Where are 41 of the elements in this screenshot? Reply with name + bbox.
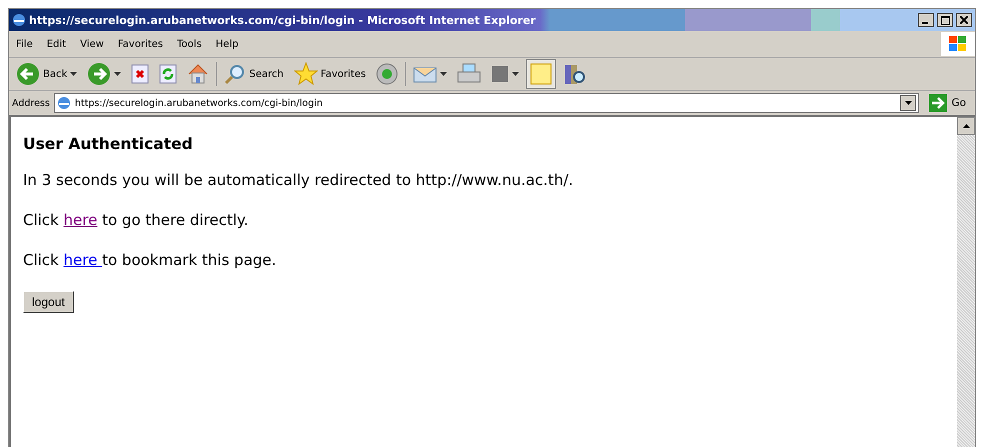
search-button[interactable]: Search	[221, 60, 287, 88]
scroll-up-button[interactable]	[957, 117, 975, 135]
link[interactable]: here	[64, 211, 98, 229]
paragraph: In 3 seconds you will be automatically redirected to http://www.nu.ac.th/.	[23, 171, 574, 189]
favorites-button[interactable]: Favorites	[290, 59, 369, 89]
windows-logo-icon	[941, 32, 975, 56]
address-label: Address	[12, 98, 50, 108]
page-heading: User Authenticated	[23, 135, 194, 153]
caret-icon	[114, 72, 122, 76]
maximize-icon	[940, 16, 950, 24]
minimize-button[interactable]	[918, 13, 934, 27]
menu-item[interactable]: Edit	[40, 38, 74, 50]
go-button[interactable]: Go	[923, 93, 972, 113]
caret-icon	[440, 72, 447, 76]
link[interactable]: here	[64, 251, 102, 269]
close-icon	[960, 16, 968, 24]
menu-item[interactable]: Tools	[170, 38, 209, 50]
caret-icon	[962, 124, 970, 128]
paragraph: Click here to bookmark this page.	[23, 251, 278, 269]
search-icon	[224, 63, 246, 85]
globe-icon	[56, 96, 71, 110]
caret-icon	[512, 72, 519, 76]
caret-icon	[70, 72, 78, 76]
address-field[interactable]: https://securelogin.arubanetworks.com/cgi-bin/login	[54, 93, 920, 113]
caret-icon	[904, 101, 912, 105]
menu-item[interactable]: Help	[208, 38, 246, 50]
star-icon	[294, 62, 318, 86]
window-title: https://securelogin.arubanetworks.com/cgi-bin/login - Microsoft Internet Explorer	[29, 14, 537, 26]
menu-item[interactable]: File	[9, 38, 40, 50]
square-icon[interactable]	[490, 65, 509, 83]
menu-item[interactable]: View	[73, 38, 111, 50]
back-button[interactable]: Back	[13, 59, 80, 89]
scrollbar[interactable]	[957, 117, 975, 447]
logout-button[interactable]: logout	[23, 291, 74, 313]
maximize-button[interactable]	[937, 13, 953, 27]
menu-item[interactable]: Favorites	[110, 38, 170, 50]
browser-icon	[12, 13, 26, 27]
dropdown-button[interactable]	[900, 95, 916, 111]
arrow-icon	[929, 94, 948, 112]
close-button[interactable]	[956, 13, 972, 27]
paragraph: Click here to go there directly.	[23, 211, 250, 229]
